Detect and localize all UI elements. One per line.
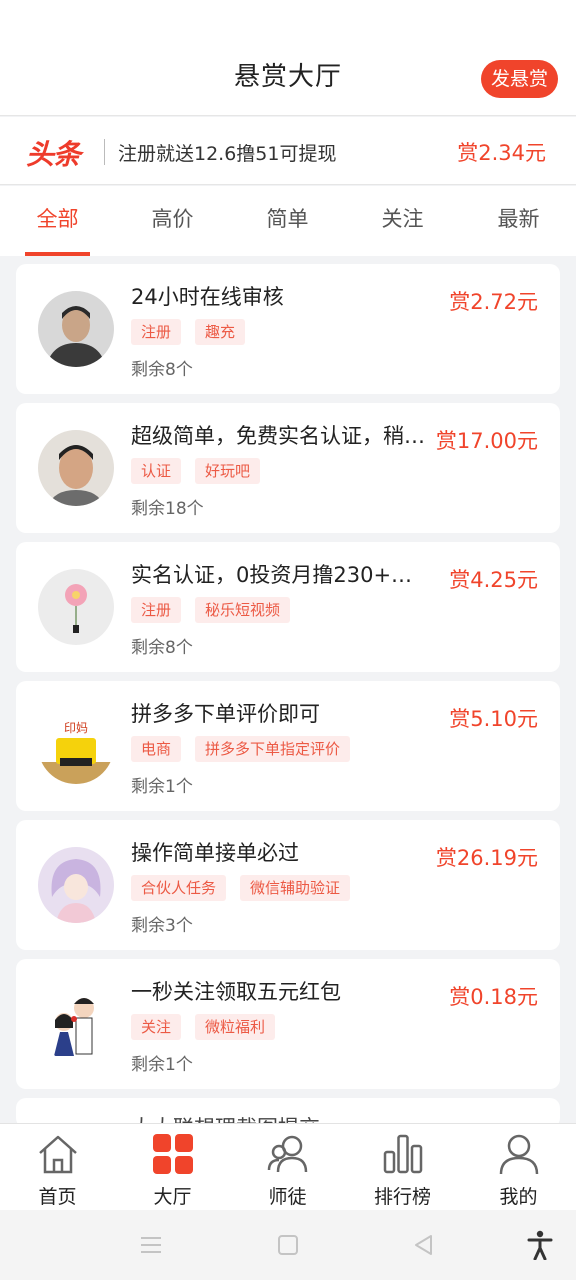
task-title: 一秒关注领取五元红包 — [131, 980, 341, 1004]
task-remaining: 剩余1个 — [131, 1055, 193, 1075]
avatar-anime — [38, 847, 114, 923]
nav-ranking[interactable]: 排行榜 — [345, 1124, 460, 1211]
task-reward: 赏26.19元 — [435, 846, 538, 870]
tab-label: 最新 — [497, 207, 540, 231]
task-card[interactable]: 印妈 拼多多下单评价即可 赏5.10元 电商 拼多多下单指定评价 剩余1个 — [16, 681, 560, 811]
avatar-man-1 — [38, 291, 114, 367]
nav-label: 大厅 — [153, 1186, 192, 1208]
task-title: 超级简单，免费实名认证，稍等即可... — [131, 424, 431, 448]
task-title: 实名认证，0投资月撸230+元。实名... — [131, 563, 431, 587]
avatar-flower — [38, 569, 114, 645]
tab-all[interactable]: 全部 — [0, 186, 115, 256]
system-nav-bar — [0, 1210, 576, 1280]
task-tag: 拼多多下单指定评价 — [195, 736, 351, 762]
task-reward: 赏2.72元 — [449, 290, 538, 314]
task-reward: 赏5.10元 — [449, 707, 538, 731]
nav-label: 我的 — [499, 1186, 538, 1208]
task-remaining: 剩余1个 — [131, 777, 193, 797]
task-card[interactable]: 24小时在线审核 赏2.72元 注册 趣充 剩余8个 — [16, 264, 560, 394]
tab-label: 全部 — [36, 207, 79, 231]
task-tag: 关注 — [131, 1014, 182, 1040]
task-tag: 合伙人任务 — [131, 875, 227, 901]
stamp-avatar-text: 印妈 — [64, 721, 88, 735]
top-header: 悬赏大厅 发悬赏 — [0, 0, 576, 116]
tab-active-indicator — [25, 252, 90, 256]
task-tag: 注册 — [131, 597, 182, 623]
menu-icon[interactable] — [138, 1232, 164, 1258]
avatar-couple — [38, 986, 114, 1062]
nav-hall[interactable]: 大厅 — [115, 1124, 230, 1211]
task-title: 24小时在线审核 — [131, 285, 284, 309]
task-tag: 微信辅助验证 — [240, 875, 351, 901]
tab-high-price[interactable]: 高价 — [115, 186, 230, 256]
avatar-stamp: 印妈 — [38, 708, 114, 784]
task-reward: 赏0.18元 — [449, 985, 538, 1009]
profile-icon — [499, 1134, 539, 1175]
nav-label: 排行榜 — [373, 1186, 431, 1208]
tab-label: 关注 — [381, 207, 424, 231]
filter-tabs: 全部 高价 简单 关注 最新 — [0, 186, 576, 256]
task-card[interactable]: 一秒关注领取五元红包 赏0.18元 关注 微粒福利 剩余1个 — [16, 959, 560, 1089]
nav-home[interactable]: 首页 — [0, 1124, 115, 1211]
task-card[interactable]: 操作简单接单必过 赏26.19元 合伙人任务 微信辅助验证 剩余3个 — [16, 820, 560, 950]
nav-profile[interactable]: 我的 — [461, 1124, 576, 1211]
banner-reward: 赏2.34元 — [457, 141, 546, 165]
banner-text: 注册就送12.6撸51可提现 — [118, 143, 337, 165]
task-remaining: 剩余8个 — [131, 638, 193, 658]
avatar-man-2 — [38, 430, 114, 506]
home-square-icon[interactable] — [275, 1232, 301, 1258]
task-remaining: 剩余8个 — [131, 360, 193, 380]
back-icon[interactable] — [411, 1232, 437, 1258]
task-reward: 赏4.25元 — [449, 568, 538, 592]
task-reward: 赏17.00元 — [435, 429, 538, 453]
post-bounty-button[interactable]: 发悬赏 — [480, 60, 558, 98]
task-tag: 秘乐短视频 — [195, 597, 291, 623]
task-tag: 电商 — [131, 736, 182, 762]
nav-label: 首页 — [38, 1186, 77, 1208]
task-title: 拼多多下单评价即可 — [131, 702, 320, 726]
task-tag: 认证 — [131, 458, 182, 484]
tab-latest[interactable]: 最新 — [461, 186, 576, 256]
toutiao-logo: 头条 — [26, 138, 81, 171]
task-card[interactable]: 实名认证，0投资月撸230+元。实名... 赏4.25元 注册 秘乐短视频 剩余… — [16, 542, 560, 672]
nav-label: 师徒 — [268, 1186, 307, 1208]
mentor-icon — [267, 1135, 308, 1173]
accessibility-icon[interactable] — [526, 1230, 554, 1260]
tab-label: 简单 — [266, 207, 309, 231]
bottom-nav: 首页 大厅 师徒 排行榜 我的 — [0, 1123, 576, 1210]
task-tag: 注册 — [131, 319, 182, 345]
tab-simple[interactable]: 简单 — [230, 186, 345, 256]
banner-divider — [104, 139, 105, 165]
task-card[interactable]: 超级简单，免费实名认证，稍等即可... 赏17.00元 认证 好玩吧 剩余18个 — [16, 403, 560, 533]
nav-mentor[interactable]: 师徒 — [230, 1124, 345, 1211]
tab-following[interactable]: 关注 — [345, 186, 460, 256]
task-list: 24小时在线审核 赏2.72元 注册 趣充 剩余8个 超级简单，免费实名认证，稍… — [16, 264, 560, 1140]
task-tag: 趣充 — [195, 319, 246, 345]
task-title: 操作简单接单必过 — [131, 841, 299, 865]
task-tag: 微粒福利 — [195, 1014, 276, 1040]
promo-banner[interactable]: 头条 注册就送12.6撸51可提现 赏2.34元 — [0, 117, 576, 185]
tab-label: 高价 — [151, 207, 194, 231]
ranking-icon — [383, 1134, 423, 1174]
task-remaining: 剩余3个 — [131, 916, 193, 936]
home-icon — [39, 1135, 77, 1174]
task-remaining: 剩余18个 — [131, 499, 204, 519]
hall-grid-icon — [153, 1134, 193, 1174]
task-tag: 好玩吧 — [195, 458, 261, 484]
